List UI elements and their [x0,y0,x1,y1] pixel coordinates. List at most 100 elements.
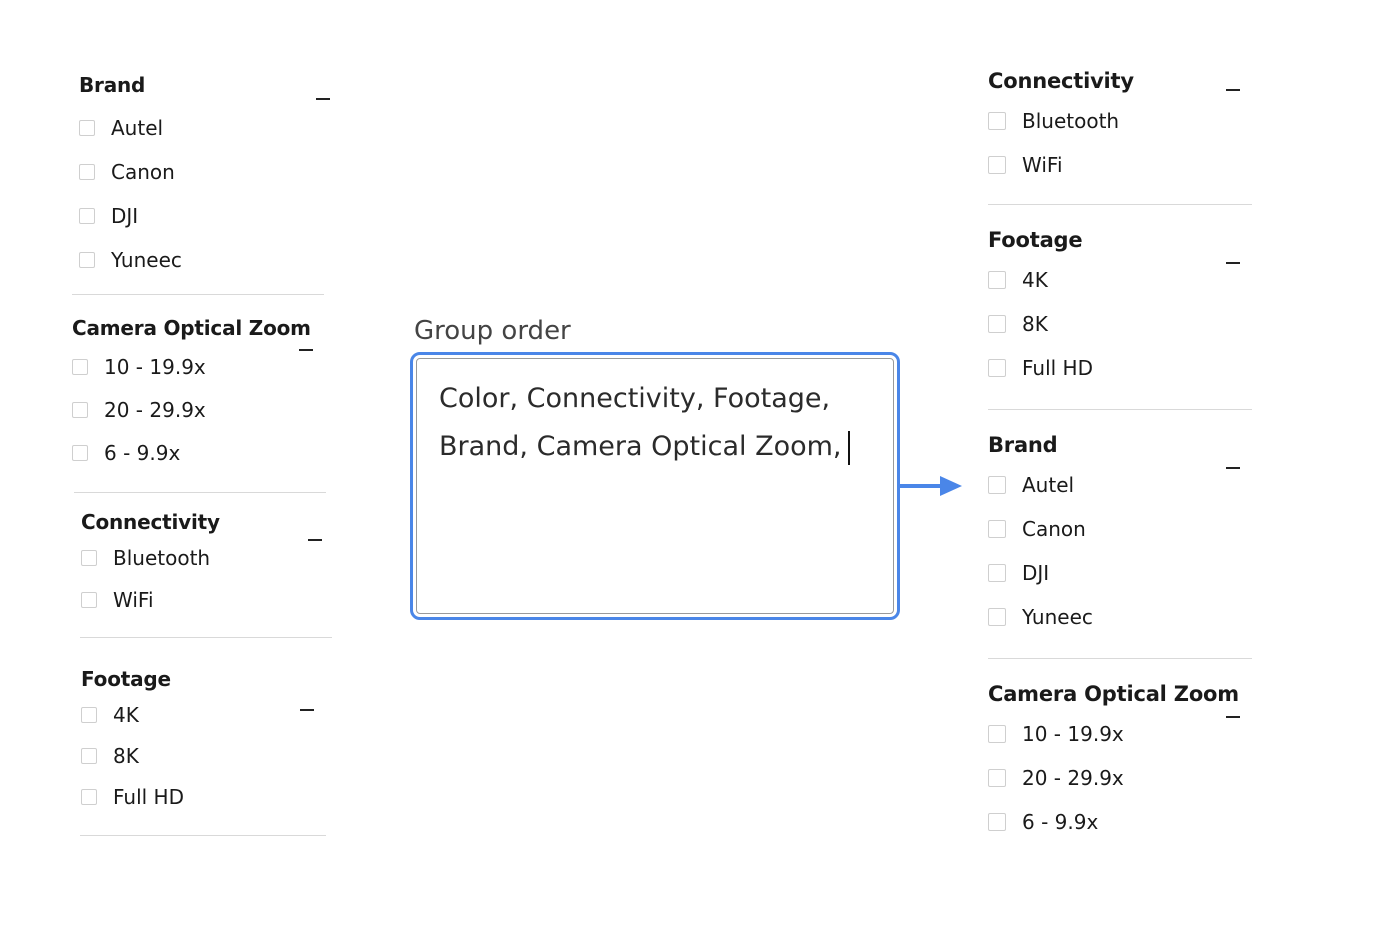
filter-option[interactable]: Yuneec [79,238,331,282]
checkbox[interactable] [988,476,1006,494]
filter-option[interactable]: 8K [988,302,1252,346]
checkbox[interactable] [988,564,1006,582]
divider [80,835,326,836]
option-label: 8K [1022,312,1048,336]
option-label: WiFi [1022,153,1063,177]
checkbox[interactable] [81,706,97,723]
group-order-line-2-row: Brand, Camera Optical Zoom, [439,423,869,471]
filter-option[interactable]: DJI [988,551,1252,595]
option-label: Bluetooth [1022,109,1120,133]
option-label: 10 - 19.9x [104,354,206,379]
option-label: DJI [111,204,139,228]
arrow-right-icon [900,476,962,496]
group-order-value[interactable]: Color, Connectivity, Footage, Brand, Cam… [439,375,869,471]
filter-option[interactable]: 10 - 19.9x [988,712,1252,756]
group-order-line-1: Color, Connectivity, Footage, [439,383,831,414]
filter-option[interactable]: 10 - 19.9x [72,345,324,388]
group-title: Brand [988,433,1058,457]
option-label: 6 - 9.9x [1022,810,1099,834]
divider [988,409,1252,410]
option-label: Full HD [113,784,184,809]
option-label: Bluetooth [113,546,211,570]
checkbox[interactable] [81,788,97,805]
checkbox[interactable] [72,358,88,375]
minus-icon[interactable] [316,98,330,100]
option-label: 4K [1022,268,1048,292]
checkbox[interactable] [988,608,1006,626]
option-label: WiFi [113,588,154,612]
checkbox[interactable] [79,120,95,136]
group-order-line-2: Brand, Camera Optical Zoom, [439,431,842,462]
filter-option[interactable]: DJI [79,194,331,238]
filter-option[interactable]: Full HD [81,776,333,817]
minus-icon[interactable] [1226,89,1240,91]
checkbox[interactable] [79,164,95,180]
checkbox[interactable] [72,444,88,461]
checkbox[interactable] [988,359,1006,377]
group-title: Footage [81,667,171,691]
option-label: DJI [1022,561,1050,585]
checkbox[interactable] [988,725,1006,743]
group-title: Connectivity [81,510,220,534]
option-label: Canon [1022,517,1086,541]
checkbox[interactable] [988,769,1006,787]
filter-option[interactable]: 8K [81,735,333,776]
group-title: Brand [79,73,146,97]
filter-group-camera-optical-zoom: Camera Optical Zoom 10 - 19.9x 20 - 29.9… [988,680,1252,844]
checkbox[interactable] [988,315,1006,333]
checkbox[interactable] [79,252,95,268]
divider [80,637,332,638]
minus-icon[interactable] [308,539,322,541]
left-filter-panel: Brand Autel Canon DJI Yuneec Camera Opti… [72,60,342,836]
filter-group-footage: Footage 4K 8K Full HD [988,226,1252,390]
minus-icon[interactable] [299,349,313,351]
option-label: Autel [1022,473,1075,497]
filter-option[interactable]: Bluetooth [988,99,1252,143]
divider [72,294,324,295]
minus-icon[interactable] [1226,467,1240,469]
filter-option[interactable]: 20 - 29.9x [988,756,1252,800]
filter-option[interactable]: Bluetooth [81,537,333,579]
option-label: 6 - 9.9x [104,440,181,465]
filter-option[interactable]: Canon [988,507,1252,551]
checkbox[interactable] [988,112,1006,130]
right-filter-panel: Connectivity Bluetooth WiFi Footage 4K 8… [988,60,1252,844]
checkbox[interactable] [79,208,95,224]
filter-option[interactable]: 6 - 9.9x [72,431,324,474]
filter-option[interactable]: WiFi [988,143,1252,187]
checkbox[interactable] [988,813,1006,831]
filter-option[interactable]: 20 - 29.9x [72,388,324,431]
minus-icon[interactable] [1226,716,1240,718]
checkbox[interactable] [988,156,1006,174]
filter-option[interactable]: Autel [79,106,331,150]
filter-group-camera-optical-zoom: Camera Optical Zoom 10 - 19.9x 20 - 29.9… [72,315,324,474]
checkbox[interactable] [81,747,97,764]
filter-option[interactable]: 4K [81,694,333,735]
option-label: Autel [111,116,164,140]
group-title: Camera Optical Zoom [72,316,311,340]
filter-option[interactable]: WiFi [81,579,333,621]
filter-group-brand: Brand Autel Canon DJI Yuneec [988,431,1252,639]
checkbox[interactable] [988,271,1006,289]
checkbox[interactable] [72,401,88,418]
filter-option[interactable]: Full HD [988,346,1252,390]
divider [988,658,1252,659]
option-label: Canon [111,160,175,184]
filter-option[interactable]: 6 - 9.9x [988,800,1252,844]
group-order-textarea[interactable]: Color, Connectivity, Footage, Brand, Cam… [410,352,900,620]
filter-option[interactable]: 4K [988,258,1252,302]
divider [74,492,326,493]
option-label: Yuneec [111,248,182,272]
filter-option[interactable]: Canon [79,150,331,194]
minus-icon[interactable] [1226,262,1240,264]
checkbox[interactable] [81,592,97,608]
minus-icon[interactable] [300,709,314,711]
checkbox[interactable] [81,550,97,566]
filter-group-footage: Footage 4K 8K Full HD [81,666,333,817]
text-caret [847,430,850,465]
filter-option[interactable]: Autel [988,463,1252,507]
filter-option[interactable]: Yuneec [988,595,1252,639]
filter-group-connectivity: Connectivity Bluetooth WiFi [81,509,333,621]
group-title: Connectivity [988,69,1134,93]
checkbox[interactable] [988,520,1006,538]
